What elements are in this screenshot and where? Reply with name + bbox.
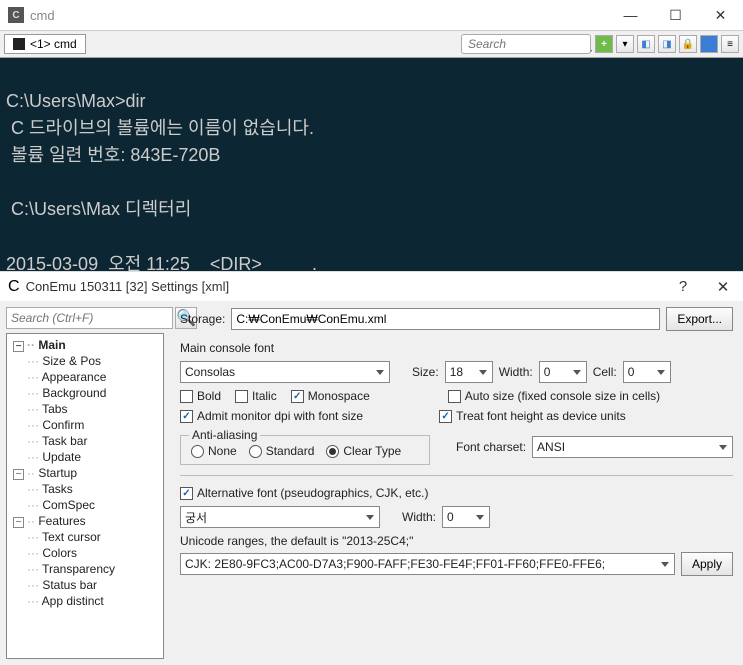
tree-node-text-cursor[interactable]: ··· Text cursor (9, 529, 161, 545)
tree-node-colors[interactable]: ··· Colors (9, 545, 161, 561)
tree-node-update[interactable]: ··· Update (9, 449, 161, 465)
aa-legend: Anti-aliasing (189, 428, 260, 442)
unicode-ranges-combo[interactable]: CJK: 2E80-9FC3;AC00-D7A3;F900-FAFF;FE30-… (180, 553, 675, 575)
tab-label: <1> cmd (30, 37, 77, 51)
toolbar-btn-1[interactable]: ◧ (637, 35, 655, 53)
tree-node-appearance[interactable]: ··· Appearance (9, 369, 161, 385)
tree-node-startup[interactable]: −·· Startup (9, 465, 161, 481)
anti-aliasing-group: Anti-aliasing None Standard Clear Type (180, 435, 430, 465)
settings-button[interactable]: ≡ (721, 35, 739, 53)
charset-label: Font charset: (456, 440, 526, 454)
tree-node-tabs[interactable]: ··· Tabs (9, 401, 161, 417)
aa-none-radio[interactable]: None (191, 444, 237, 458)
treat-height-checkbox[interactable]: ✓Treat font height as device units (439, 409, 626, 423)
bold-checkbox[interactable]: Bold (180, 389, 221, 403)
font-cell-combo[interactable]: 0 (623, 361, 671, 383)
tree-node-main[interactable]: −·· Main (9, 337, 161, 353)
tree-node-task-bar[interactable]: ··· Task bar (9, 433, 161, 449)
alt-font-checkbox[interactable]: ✓Alternative font (pseudographics, CJK, … (180, 486, 428, 500)
toolbar: <1> cmd 🔍 + ▾ ◧ ◨ 🔒 ≡ (0, 30, 743, 58)
storage-label: Storage: (180, 312, 225, 326)
settings-main-panel: Storage: Export... Main console font Con… (170, 301, 743, 665)
alt-font-combo[interactable]: 궁서 (180, 506, 380, 528)
collapse-icon[interactable]: − (13, 341, 24, 352)
size-label: Size: (412, 365, 439, 379)
settings-close-button[interactable]: ✕ (703, 272, 743, 302)
maximize-button[interactable]: ☐ (653, 0, 698, 30)
tree-node-app-distinct[interactable]: ··· App distinct (9, 593, 161, 609)
unicode-ranges-hint: Unicode ranges, the default is "2013-25C… (180, 534, 733, 548)
apply-button[interactable]: Apply (681, 552, 733, 576)
tree-node-background[interactable]: ··· Background (9, 385, 161, 401)
settings-sidebar: 🔍 −·· Main ··· Size & Pos ··· Appearance… (0, 301, 170, 665)
console-tab[interactable]: <1> cmd (4, 34, 86, 54)
width-label: Width: (499, 365, 533, 379)
settings-tree[interactable]: −·· Main ··· Size & Pos ··· Appearance ·… (6, 333, 164, 659)
alt-width-combo[interactable]: 0 (442, 506, 490, 528)
tree-node-features[interactable]: −·· Features (9, 513, 161, 529)
cmd-icon (13, 38, 25, 50)
tree-search-input[interactable] (6, 307, 173, 329)
tree-node-comspec[interactable]: ··· ComSpec (9, 497, 161, 513)
settings-title: ConEmu 150311 [32] Settings [xml] (26, 279, 663, 294)
settings-body: 🔍 −·· Main ··· Size & Pos ··· Appearance… (0, 301, 743, 665)
new-console-button[interactable]: + (595, 35, 613, 53)
export-button[interactable]: Export... (666, 307, 733, 331)
collapse-icon[interactable]: − (13, 517, 24, 528)
auto-size-checkbox[interactable]: Auto size (fixed console size in cells) (448, 389, 660, 403)
app-icon: C (8, 7, 24, 23)
toolbar-search-input[interactable] (461, 34, 591, 54)
minimize-button[interactable]: — (608, 0, 653, 30)
aa-cleartype-radio[interactable]: Clear Type (326, 444, 401, 458)
settings-titlebar: C ConEmu 150311 [32] Settings [xml] ? ✕ (0, 271, 743, 301)
window-titlebar: C cmd — ☐ ✕ (0, 0, 743, 30)
font-size-combo[interactable]: 18 (445, 361, 493, 383)
collapse-icon[interactable]: − (13, 469, 24, 480)
charset-combo[interactable]: ANSI (532, 436, 733, 458)
toolbar-btn-2[interactable]: ◨ (658, 35, 676, 53)
window-title: cmd (30, 8, 608, 23)
monospace-checkbox[interactable]: ✓Monospace (291, 389, 370, 403)
close-button[interactable]: ✕ (698, 0, 743, 30)
terminal-output[interactable]: C:\Users\Max>dir C 드라이브의 볼륨에는 이름이 없습니다. … (0, 58, 743, 271)
lock-icon[interactable]: 🔒 (679, 35, 697, 53)
alt-width-label: Width: (402, 510, 436, 524)
cell-label: Cell: (593, 365, 617, 379)
tree-node-transparency[interactable]: ··· Transparency (9, 561, 161, 577)
tree-node-status-bar[interactable]: ··· Status bar (9, 577, 161, 593)
storage-path-input[interactable] (231, 308, 660, 330)
new-dropdown-button[interactable]: ▾ (616, 35, 634, 53)
tree-node-confirm[interactable]: ··· Confirm (9, 417, 161, 433)
font-name-combo[interactable]: Consolas (180, 361, 390, 383)
tree-node-size-pos[interactable]: ··· Size & Pos (9, 353, 161, 369)
toolbar-btn-3[interactable] (700, 35, 718, 53)
divider (180, 475, 733, 476)
admit-dpi-checkbox[interactable]: ✓Admit monitor dpi with font size (180, 409, 363, 423)
aa-standard-radio[interactable]: Standard (249, 444, 315, 458)
tree-node-tasks[interactable]: ··· Tasks (9, 481, 161, 497)
italic-checkbox[interactable]: Italic (235, 389, 277, 403)
font-width-combo[interactable]: 0 (539, 361, 587, 383)
main-font-header: Main console font (180, 341, 733, 355)
app-icon: C (8, 278, 20, 296)
help-button[interactable]: ? (663, 272, 703, 302)
